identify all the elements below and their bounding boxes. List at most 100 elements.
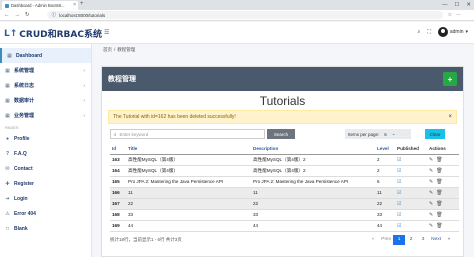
pager-page[interactable]: 2: [405, 235, 417, 245]
sidebar-page-1[interactable]: ? F.A.Q: [0, 146, 91, 161]
sidebar-page-3[interactable]: ✚ Register: [0, 176, 91, 191]
pager-next[interactable]: Next: [429, 235, 443, 245]
table-row[interactable]: 165 Pro JPA 2: Mastering the Java Persis…: [110, 176, 459, 188]
edit-icon[interactable]: ✎: [429, 201, 433, 207]
delete-icon[interactable]: 🗑: [436, 201, 442, 207]
checkbox-icon[interactable]: ☑: [397, 223, 401, 229]
sidebar-page-2[interactable]: ✉ Contact: [0, 161, 91, 176]
breadcrumb-current: 教程管理: [117, 47, 136, 52]
breadcrumb: 首页 / 教程管理: [103, 47, 135, 53]
grid-icon: ▦: [5, 67, 10, 74]
cell-description: 33: [253, 209, 377, 221]
contact-icon: ✉: [5, 165, 10, 172]
checkbox-icon[interactable]: ☑: [397, 157, 401, 163]
table-row[interactable]: 169 44 44 44 ☑ ✎ 🗑: [110, 220, 459, 232]
edit-icon[interactable]: ✎: [429, 179, 433, 185]
sidebar-item-0[interactable]: ▦ Dashboard: [0, 48, 91, 63]
cell-title: 11: [128, 187, 253, 199]
edit-icon[interactable]: ✎: [429, 157, 433, 163]
tab-close-icon[interactable]: ×: [73, 2, 76, 8]
url-field[interactable]: ⓘ localhost:8000/tutorials: [46, 11, 443, 19]
logo-text: CRUD和RBAC系统: [19, 30, 102, 40]
cell-level: 11: [377, 187, 397, 199]
add-tutorial-button[interactable]: +: [443, 72, 457, 86]
pager-page[interactable]: 1: [393, 234, 406, 245]
sidebar-page-5[interactable]: ⚠ Error 404: [0, 206, 91, 221]
sidebar-page-4[interactable]: ➔ Login: [0, 191, 91, 206]
checkbox-icon[interactable]: ☑: [397, 190, 401, 196]
search-input[interactable]: ⌕ Enter keyword: [110, 129, 265, 139]
table-row[interactable]: 163 高性能MySQL（第4版） 高性能MySQL（第4版）2 2 ☑ ✎ 🗑: [110, 154, 459, 166]
sidebar-item-2[interactable]: ▦ 系统日志 ›: [0, 78, 91, 93]
cell-title: 44: [128, 220, 253, 232]
search-icon[interactable]: ⌕: [418, 29, 421, 35]
reload-icon[interactable]: ↻: [25, 12, 30, 18]
cell-title: 33: [128, 209, 253, 221]
sidebar-item-3[interactable]: ▦ 数据审计 ›: [0, 93, 91, 108]
table-row[interactable]: 168 33 33 33 ☑ ✎ 🗑: [110, 209, 459, 221]
pager-prev[interactable]: Prev: [379, 235, 393, 245]
col-title[interactable]: Title: [128, 144, 253, 155]
forward-icon[interactable]: →: [15, 12, 21, 18]
table-row[interactable]: 164 高性能MySQL（第4版） 高性能MySQL（第4版）2 2 ☑ ✎ 🗑: [110, 165, 459, 177]
col-id[interactable]: Id: [110, 144, 128, 155]
pager-last[interactable]: »: [443, 235, 455, 245]
sidebar-page-6[interactable]: □ Blank: [0, 221, 91, 236]
delete-icon[interactable]: 🗑: [436, 168, 442, 174]
app-logo[interactable]: L↑ CRUD和RBAC系统: [4, 27, 102, 41]
breadcrumb-home[interactable]: 首页: [103, 47, 112, 53]
edit-icon[interactable]: ✎: [429, 212, 433, 218]
pager-page[interactable]: 3: [417, 235, 429, 245]
hamburger-menu-icon[interactable]: ☰: [104, 29, 109, 36]
fullscreen-icon[interactable]: ⛶: [427, 29, 431, 35]
col-published: Published: [397, 144, 429, 155]
col-description[interactable]: Description: [253, 144, 377, 155]
sidebar-item-label: Error 404: [14, 210, 36, 217]
edit-icon[interactable]: ✎: [429, 168, 433, 174]
new-tab-button[interactable]: +: [80, 1, 84, 7]
alert-close-icon[interactable]: ×: [448, 114, 452, 120]
sidebar-page-0[interactable]: ● Profile: [0, 131, 91, 146]
clear-button[interactable]: Clear: [425, 129, 445, 139]
search-button[interactable]: Search: [267, 129, 295, 139]
chevron-down-icon: ▾: [465, 29, 468, 35]
star-icon[interactable]: ☆: [448, 12, 452, 18]
user-menu[interactable]: admin ▾: [437, 27, 468, 37]
items-per-page-select[interactable]: Items per page: 6 ⌄: [345, 129, 411, 139]
table-footer: 统计18行，当前显示1 - 6行 共计3页 «Prev 1 2 3 Next»: [102, 232, 463, 246]
pager-first[interactable]: «: [367, 235, 379, 245]
favicon-icon: [5, 3, 9, 8]
checkbox-icon[interactable]: ☑: [397, 201, 401, 207]
delete-icon[interactable]: 🗑: [436, 157, 442, 163]
delete-icon[interactable]: 🗑: [436, 212, 442, 218]
browser-tab[interactable]: Dashboard - Admin Bootstr... ×: [2, 1, 78, 10]
checkbox-icon[interactable]: ☑: [397, 179, 401, 185]
maximize-icon[interactable]: ☐: [454, 2, 459, 8]
register-icon: ✚: [5, 180, 10, 187]
delete-icon[interactable]: 🗑: [436, 223, 442, 229]
table-row[interactable]: 167 22 22 22 ☑ ✎ 🗑: [110, 198, 459, 210]
sidebar-item-label: Dashboard: [16, 52, 43, 59]
edit-icon[interactable]: ✎: [429, 223, 433, 229]
delete-icon[interactable]: 🗑: [436, 190, 442, 196]
menu-icon[interactable]: ⋯: [456, 12, 461, 18]
breadcrumb-separator: /: [114, 47, 116, 52]
back-icon[interactable]: ←: [4, 12, 10, 18]
table-row[interactable]: 166 11 11 11 ☑ ✎ 🗑: [110, 187, 459, 199]
checkbox-icon[interactable]: ☑: [397, 212, 401, 218]
browser-tab-bar: Dashboard - Admin Bootstr... × + — ☐ ✕: [0, 0, 474, 10]
chevron-right-icon: ›: [83, 82, 85, 89]
checkbox-icon[interactable]: ☑: [397, 168, 401, 174]
tutorials-card: 教程管理 + Tutorials The Tutorial with id=16…: [101, 66, 464, 257]
minimize-icon[interactable]: —: [442, 2, 448, 8]
delete-icon[interactable]: 🗑: [436, 179, 442, 185]
search-icon: ⌕: [114, 131, 117, 137]
col-level[interactable]: Level: [377, 144, 397, 155]
edit-icon[interactable]: ✎: [429, 190, 433, 196]
cell-description: 44: [253, 220, 377, 232]
sidebar-item-4[interactable]: ▦ 业务管理 ›: [0, 108, 91, 123]
window-close-icon[interactable]: ✕: [466, 2, 471, 8]
sidebar-item-1[interactable]: ▦ 系统管理 ›: [0, 63, 91, 78]
cell-id: 166: [110, 187, 128, 199]
url-text: localhost:8000/tutorials: [59, 12, 106, 18]
